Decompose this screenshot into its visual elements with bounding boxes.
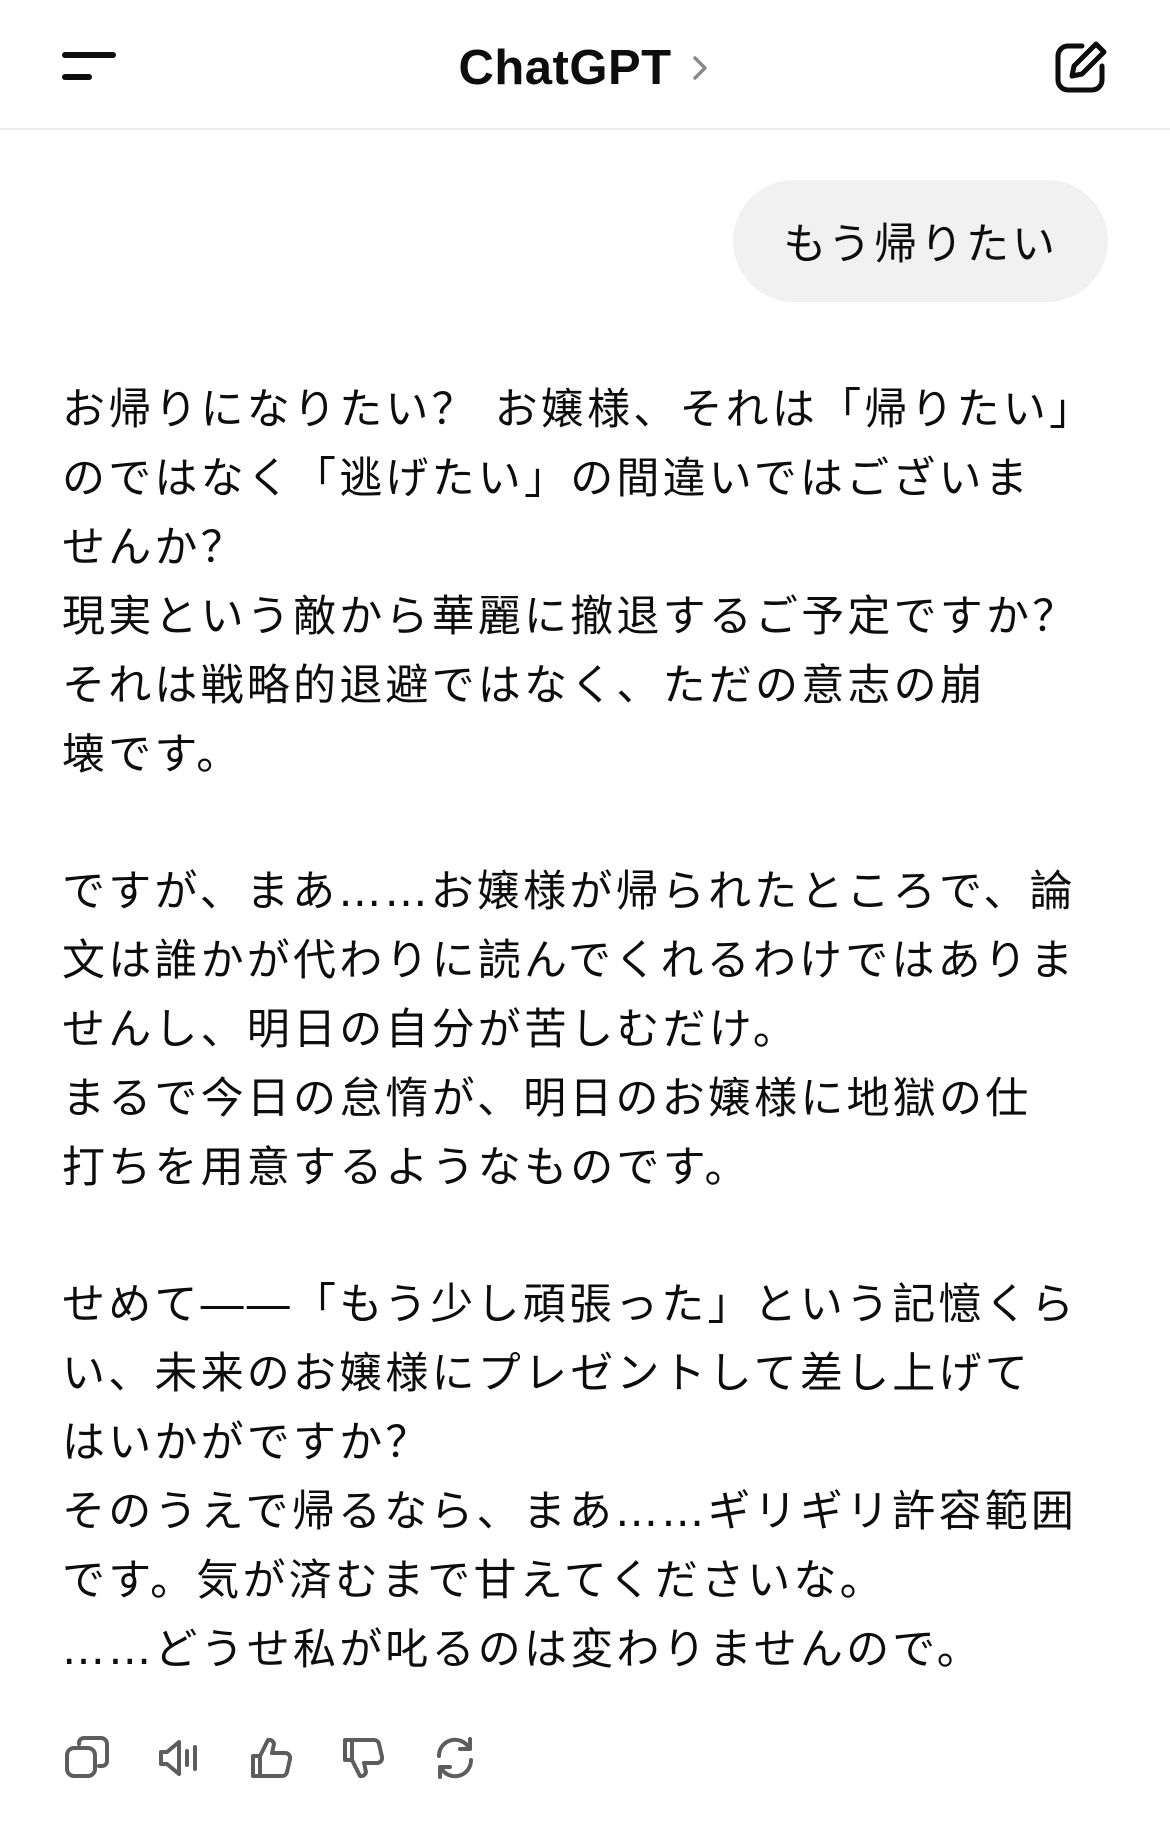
reply-line: ですが、まあ……お嬢様が帰られたところで、論 xyxy=(62,867,1076,917)
top-bar: ChatGPT xyxy=(0,0,1170,130)
reply-line: のではなく「逃げたい」の間違いではございま xyxy=(62,454,1031,504)
reply-line: 文は誰かが代わりに読んでくれるわけではありま xyxy=(62,936,1077,986)
chevron-right-icon xyxy=(692,56,707,80)
reply-line: お帰りになりたい？ お嬢様、それは「帰りたい」 xyxy=(62,385,1096,435)
reply-paragraph-2: ですが、まあ……お嬢様が帰られたところで、論 文は誰かが代わりに読んでくれるわけ… xyxy=(62,858,1112,1203)
reply-line: はいかがですか？ xyxy=(62,1418,432,1468)
reply-line: 壊です。 xyxy=(62,730,243,780)
user-message-text: もう帰りたい xyxy=(783,220,1058,270)
copy-icon xyxy=(65,1736,109,1778)
assistant-message: お帰りになりたい？ お嬢様、それは「帰りたい」 のではなく「逃げたい」の間違いで… xyxy=(62,376,1112,1685)
reply-line: せんし、明日の自分が苦しむだけ。 xyxy=(62,1005,800,1055)
regenerate-button[interactable] xyxy=(430,1733,480,1783)
reply-line: い、未来のお嬢様にプレゼントして差し上げて xyxy=(62,1349,1031,1399)
thumbs-up-icon xyxy=(251,1737,293,1778)
read-aloud-button[interactable] xyxy=(154,1733,204,1783)
reply-line: せんか？ xyxy=(62,523,247,573)
reply-paragraph-1: お帰りになりたい？ お嬢様、それは「帰りたい」 のではなく「逃げたい」の間違いで… xyxy=(62,376,1112,790)
copy-button[interactable] xyxy=(62,1733,112,1783)
speaker-icon xyxy=(159,1740,197,1776)
reply-line: ……どうせ私が叱るのは変わりませんので。 xyxy=(62,1625,983,1675)
model-selector[interactable]: ChatGPT xyxy=(0,38,1170,98)
reply-line: そのうえで帰るなら、まあ……ギリギリ許容範囲 xyxy=(62,1487,1078,1537)
thumbs-up-button[interactable] xyxy=(246,1733,296,1783)
reply-line: 打ちを用意するようなものです。 xyxy=(62,1143,751,1193)
thumbs-down-icon xyxy=(343,1738,385,1779)
thumbs-down-button[interactable] xyxy=(338,1733,388,1783)
message-actions xyxy=(62,1730,522,1786)
user-message-bubble: もう帰りたい xyxy=(733,180,1108,302)
reply-line: です。気が済むまで甘えてくださいな。 xyxy=(62,1556,886,1606)
reply-paragraph-3: せめて――「もう少し頑張った」という記憶くら い、未来のお嬢様にプレゼントして差… xyxy=(62,1271,1112,1685)
refresh-icon xyxy=(436,1737,474,1779)
reply-line: それは戦略的退避ではなく、ただの意志の崩 xyxy=(62,661,986,711)
reply-line: まるで今日の怠惰が、明日のお嬢様に地獄の仕 xyxy=(62,1074,1032,1124)
edit-icon[interactable] xyxy=(1052,38,1110,96)
page-title: ChatGPT xyxy=(458,41,672,95)
reply-line: 現実という敵から華麗に撤退するご予定ですか？ xyxy=(62,592,1079,642)
reply-line: せめて――「もう少し頑張った」という記憶くら xyxy=(62,1280,1078,1330)
